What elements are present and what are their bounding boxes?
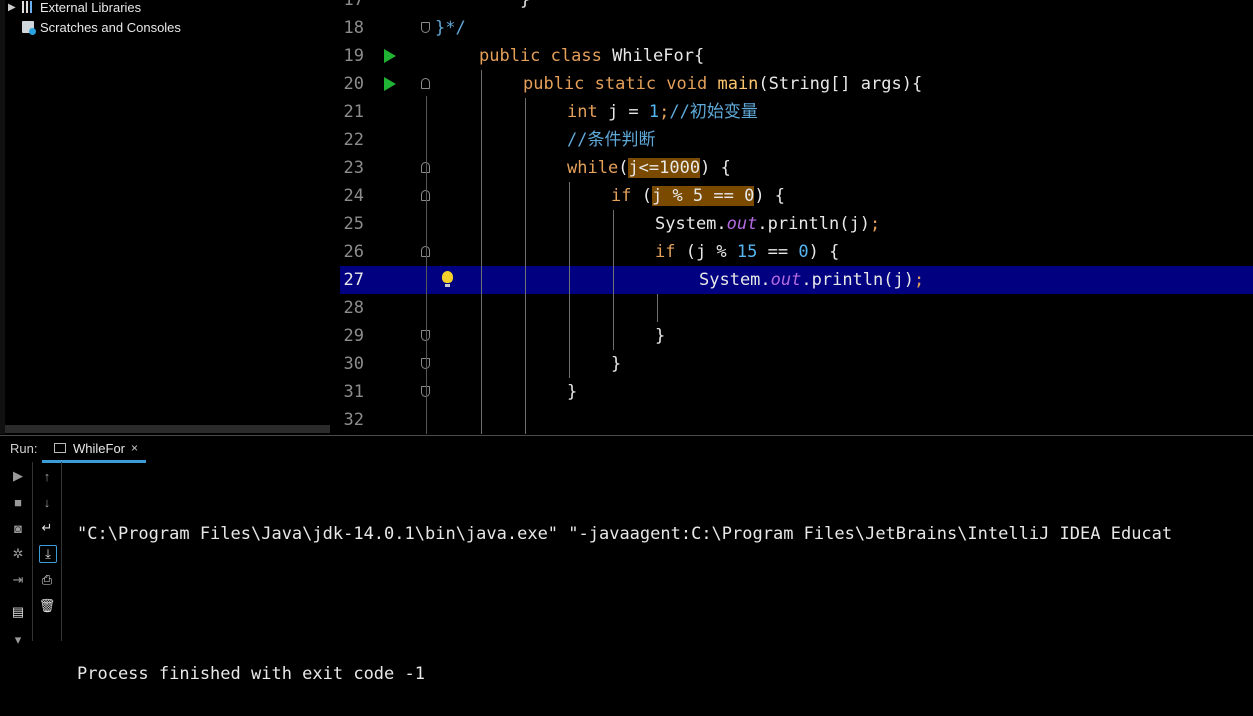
code-line: 32 (340, 406, 1253, 434)
run-tool-window-header: Run: WhileFor × (0, 435, 1253, 463)
code-line: 22 //条件判断 (340, 126, 1253, 154)
code-line: 18 }*/ (340, 14, 1253, 42)
run-tab-whilefor[interactable]: WhileFor × (42, 436, 147, 463)
code-text: //条件判断 (567, 130, 656, 150)
fold-end-icon[interactable] (421, 22, 430, 33)
scroll-to-end-icon[interactable]: ⤓ (39, 545, 57, 563)
run-class-icon[interactable] (384, 49, 396, 63)
indent-guide (481, 70, 482, 434)
intention-bulb-icon[interactable] (442, 271, 453, 287)
tree-item-scratches[interactable]: Scratches and Consoles (8, 18, 181, 36)
layout-icon[interactable]: ▤ (10, 604, 26, 620)
tree-item-label: External Libraries (40, 0, 142, 15)
camera-icon[interactable]: ◙ (10, 520, 26, 536)
code-text: } (655, 326, 666, 346)
fold-start-icon[interactable] (421, 78, 430, 89)
code-line: 26 if (j % 15 == 0) { (340, 238, 1253, 266)
panel-border (0, 0, 5, 434)
line-number: 20 (343, 74, 364, 94)
code-text: System.out.println(j); (699, 270, 925, 290)
run-main-icon[interactable] (384, 77, 396, 91)
code-text: } (611, 354, 622, 374)
indent-guide (525, 98, 526, 434)
line-number: 22 (343, 130, 364, 150)
code-editor[interactable]: 17 } 18 }*/ 19 public class WhileFor{ 20… (340, 0, 1253, 434)
code-line: 20 public static void main(String[] args… (340, 70, 1253, 98)
run-toolbar: ▶ ■ ◙ ✲ ⇥ ▤ ▾ (4, 462, 33, 647)
code-line: 31 } (340, 378, 1253, 406)
library-icon (22, 1, 34, 13)
line-number: 30 (343, 354, 364, 374)
exit-icon[interactable]: ⇥ (10, 572, 26, 588)
code-line: 28 (340, 294, 1253, 322)
tree-item-label: Scratches and Consoles (40, 19, 181, 35)
console-output[interactable]: "C:\Program Files\Java\jdk-14.0.1\bin\ja… (77, 464, 1253, 716)
line-number: 27 (343, 270, 364, 290)
console-icon (54, 443, 66, 453)
expand-arrow-icon[interactable]: ▶ (8, 2, 22, 13)
line-number: 28 (343, 298, 364, 318)
code-line: 29 } (340, 322, 1253, 350)
print-icon[interactable]: ⎙ (39, 572, 55, 588)
more-icon[interactable]: ▾ (10, 632, 26, 648)
code-line: 17 } (340, 0, 1253, 14)
code-text: } (479, 0, 531, 10)
line-number: 18 (343, 18, 364, 38)
stop-icon[interactable]: ■ (10, 494, 26, 510)
up-arrow-icon[interactable]: ↑ (39, 468, 55, 484)
line-number: 23 (343, 158, 364, 178)
scratches-icon (22, 21, 36, 35)
console-line: "C:\Program Files\Java\jdk-14.0.1\bin\ja… (77, 524, 1173, 544)
code-line: 21 int j = 1;//初始变量 (340, 98, 1253, 126)
code-text: if (j % 5 == 0) { (611, 186, 786, 206)
run-tab-label: WhileFor (73, 440, 126, 456)
code-line: 25 System.out.println(j); (340, 210, 1253, 238)
code-line-current: 27 System.out.println(j); (340, 266, 1253, 294)
line-number: 31 (343, 382, 364, 402)
run-label: Run: (10, 441, 38, 456)
code-line: 24 if (j % 5 == 0) { (340, 182, 1253, 210)
code-text: } (567, 382, 578, 402)
project-tool-window: ▶ External Libraries Scratches and Conso… (0, 0, 340, 434)
line-number: 17 (343, 0, 364, 10)
trash-icon[interactable]: 🗑 (39, 598, 56, 614)
line-number: 25 (343, 214, 364, 234)
code-text: int j = 1;//初始变量 (567, 102, 758, 122)
indent-guide (569, 182, 570, 378)
settings-icon[interactable]: ✲ (10, 546, 26, 562)
code-text: }*/ (435, 18, 466, 38)
code-text: public static void main(String[] args){ (523, 74, 923, 94)
rerun-icon[interactable]: ▶ (10, 468, 26, 484)
line-number: 19 (343, 46, 364, 66)
fold-gutter-line (426, 96, 427, 434)
code-line: 19 public class WhileFor{ (340, 42, 1253, 70)
tree-item-external-libraries[interactable]: ▶ External Libraries (8, 0, 141, 16)
line-number: 29 (343, 326, 364, 346)
line-number: 24 (343, 186, 364, 206)
console-toolbar: ↑ ↓ ↵ ⤓ ⎙ 🗑 (33, 462, 62, 641)
line-number: 21 (343, 102, 364, 122)
console-line: Process finished with exit code -1 (77, 664, 425, 684)
close-tab-icon[interactable]: × (131, 441, 138, 455)
code-text: if (j % 15 == 0) { (655, 242, 840, 262)
horizontal-scrollbar[interactable] (5, 425, 330, 433)
down-arrow-icon[interactable]: ↓ (39, 494, 55, 510)
indent-guide (613, 210, 614, 350)
code-text: System.out.println(j); (655, 214, 881, 234)
soft-wrap-icon[interactable]: ↵ (39, 520, 55, 536)
code-text: public class WhileFor{ (479, 46, 705, 66)
line-number: 32 (343, 410, 364, 430)
line-number: 26 (343, 242, 364, 262)
code-text: while(j<=1000) { (567, 158, 731, 178)
indent-guide (657, 294, 658, 322)
code-line: 30 } (340, 350, 1253, 378)
code-line: 23 while(j<=1000) { (340, 154, 1253, 182)
